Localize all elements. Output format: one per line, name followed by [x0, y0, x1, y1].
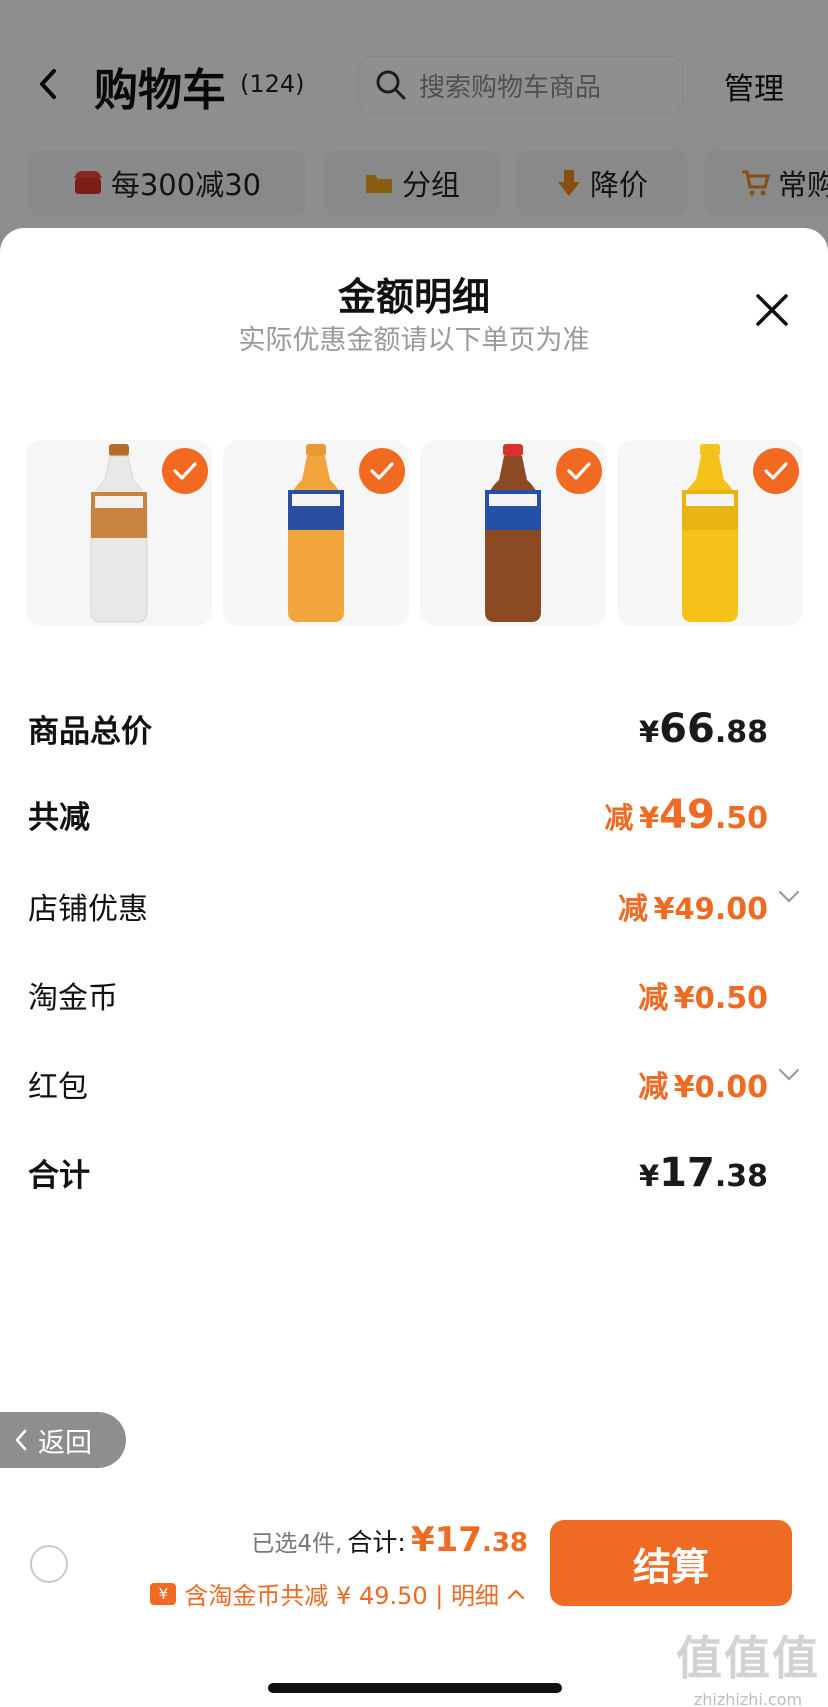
home-indicator[interactable] [268, 1683, 562, 1693]
row-label: 商品总价 [28, 714, 152, 750]
selection-summary: 已选4件, 合计: ¥17.38 [251, 1520, 528, 1560]
amount-detail-sheet: 金额明细 实际优惠金额请以下单页为准 商品总价 ¥66.88 共减 减 ¥49.… [0, 228, 828, 1707]
row-total: 合计 ¥17.38 [28, 1150, 800, 1200]
row-label: 店铺优惠 [28, 892, 148, 927]
checkmark-icon [753, 448, 799, 494]
sheet-title: 金额明细 [337, 275, 490, 319]
bottle-image [485, 444, 541, 622]
selected-count: 已选4件, [251, 1531, 343, 1557]
bottle-image [288, 444, 344, 622]
row-label: 共减 [28, 800, 90, 836]
coin-discount-text: 含淘金币共减 ¥ 49.50 | 明细 [184, 1582, 499, 1610]
total-discount-value: 减 ¥49.50 [604, 792, 768, 838]
bottom-total-value: ¥17.38 [410, 1520, 528, 1560]
bottle-image [90, 444, 148, 623]
product-thumb[interactable] [617, 440, 803, 626]
total-label: 合计: [347, 1528, 406, 1557]
watermark-logo: 值值值 [676, 1631, 820, 1685]
chevron-down-icon [778, 1068, 800, 1081]
subtotal-value: ¥66.88 [638, 706, 768, 752]
sheet-subtitle: 实际优惠金额请以下单页为准 [238, 325, 590, 356]
coin-discount-detail[interactable]: ¥ 含淘金币共减 ¥ 49.50 | 明细 [150, 1576, 525, 1611]
coupon-icon: ¥ [150, 1582, 177, 1605]
checkmark-icon [162, 448, 208, 494]
row-label: 淘金币 [28, 981, 118, 1016]
watermark: 值值值 zhizhizhi.com [676, 1622, 820, 1707]
store-discount-value: 减 ¥49.00 [618, 892, 768, 927]
total-value: ¥17.38 [638, 1150, 768, 1196]
close-icon [756, 294, 788, 326]
checkmark-icon [556, 448, 602, 494]
product-thumb[interactable] [223, 440, 409, 626]
row-coins: 淘金币 减 ¥0.50 [28, 973, 800, 1017]
row-store-discount[interactable]: 店铺优惠 减 ¥49.00 [28, 884, 800, 928]
chevron-up-icon [507, 1588, 525, 1599]
return-label: 返回 [38, 1427, 92, 1459]
return-button[interactable]: 返回 [0, 1412, 126, 1468]
row-subtotal: 商品总价 ¥66.88 [28, 706, 800, 756]
row-label: 合计 [28, 1158, 90, 1194]
checkout-button[interactable]: 结算 [550, 1520, 792, 1606]
coins-value: 减 ¥0.50 [638, 981, 768, 1016]
chevron-left-icon [15, 1429, 27, 1451]
product-thumb[interactable] [26, 440, 212, 626]
row-red-packet[interactable]: 红包 减 ¥0.00 [28, 1062, 800, 1106]
close-button[interactable] [752, 290, 792, 330]
product-thumbnails [26, 440, 803, 626]
checkmark-icon [359, 448, 405, 494]
product-thumb[interactable] [420, 440, 606, 626]
bottle-image [682, 444, 738, 622]
row-total-discount: 共减 减 ¥49.50 [28, 792, 800, 842]
row-label: 红包 [28, 1070, 88, 1105]
watermark-url: zhizhizhi.com [693, 1690, 803, 1707]
chevron-down-icon [778, 890, 800, 903]
select-all-checkbox[interactable] [30, 1545, 68, 1583]
red-packet-value: 减 ¥0.00 [638, 1070, 768, 1105]
